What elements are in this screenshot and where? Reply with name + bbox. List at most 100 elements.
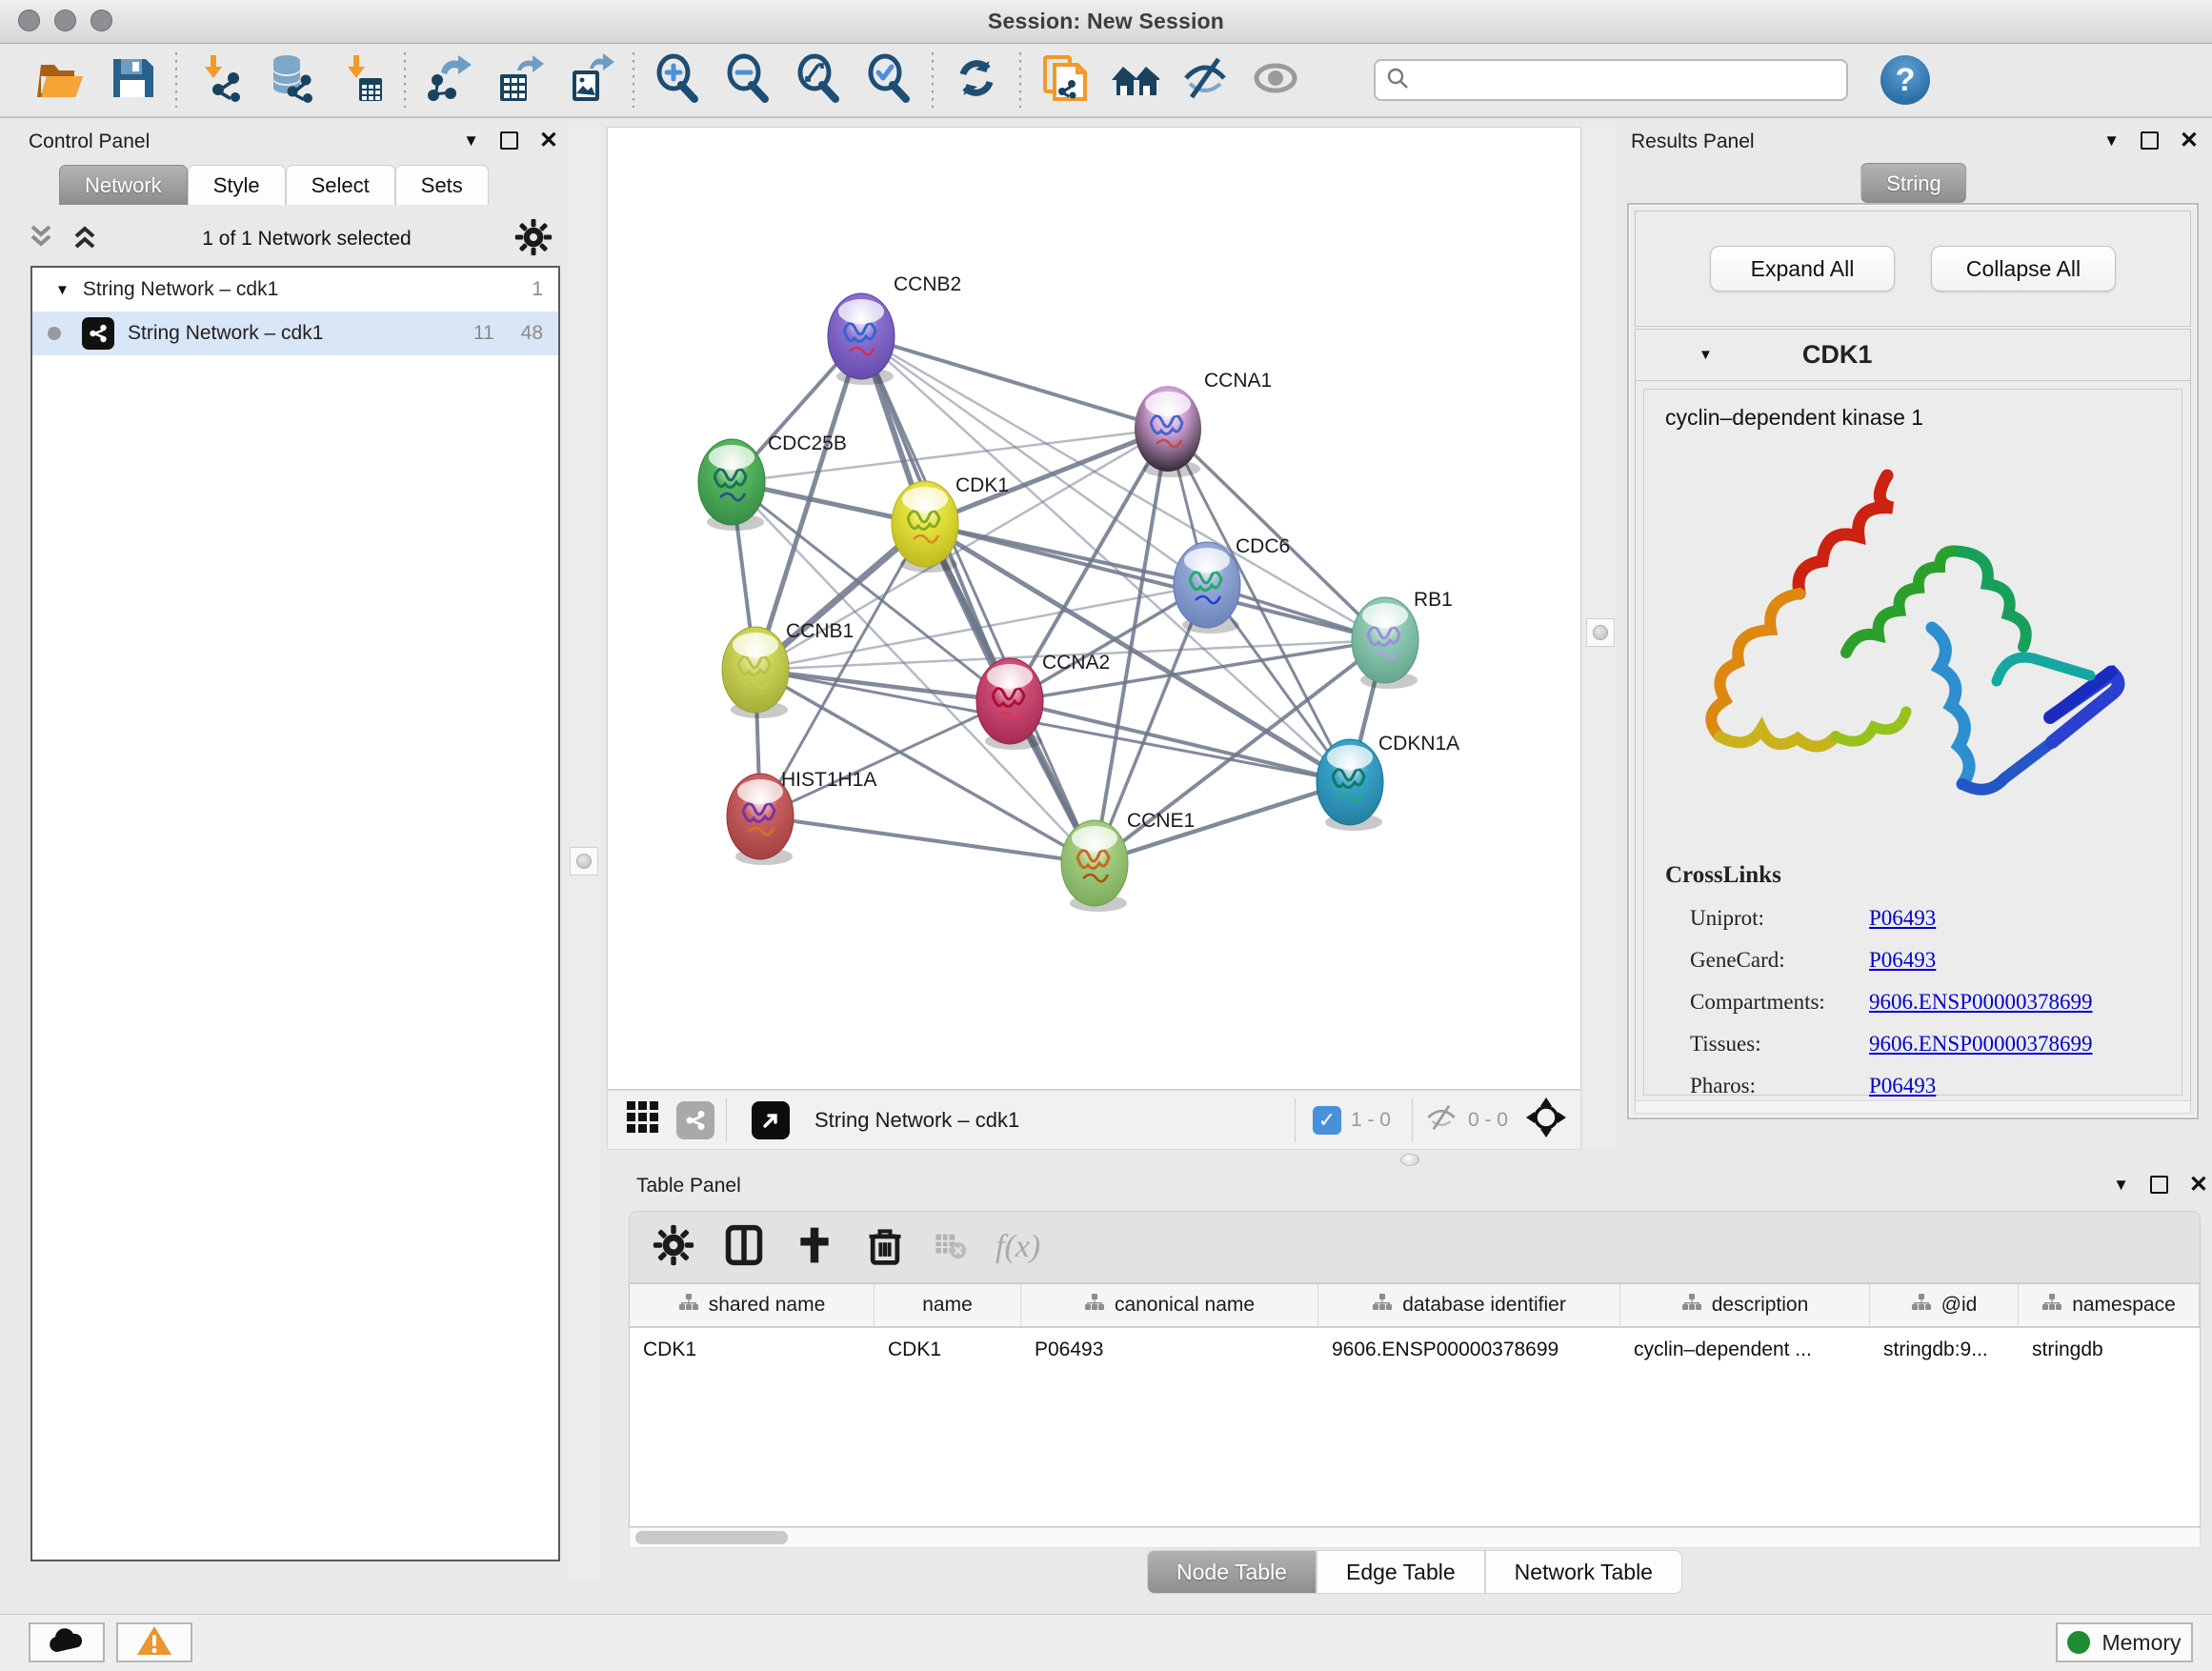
node-table[interactable]: shared namenamecanonical namedatabase id… [629,1283,2201,1527]
node-CDKN1A[interactable]: CDKN1A [1317,733,1459,831]
edge-CDK1-RB1[interactable] [925,524,1385,640]
crosslink-link[interactable]: 9606.ENSP00000378699 [1869,1032,2093,1057]
network-collection-row[interactable]: ▼ String Network – cdk1 1 [32,268,558,312]
grid-view-icon[interactable] [625,1099,661,1140]
table-cell[interactable]: cyclin–dependent ... [1620,1328,1870,1372]
right-splitter-handle[interactable] [1586,618,1615,647]
export-table-button[interactable] [484,50,554,110]
maximize-panel-icon[interactable] [2141,131,2159,150]
show-all-button[interactable] [1240,50,1311,110]
apply-style-button[interactable] [941,50,1012,110]
float-panel-icon[interactable]: ▼ [2103,131,2120,151]
import-network-file-button[interactable] [185,50,255,110]
node-HIST1H1A[interactable]: HIST1H1A [727,769,876,865]
export-image-button[interactable] [554,50,625,110]
trash-icon[interactable] [864,1224,906,1271]
help-button[interactable]: ? [1880,55,1930,105]
edge-CCNE1-HIST1H1A[interactable] [760,816,1095,863]
save-session-button[interactable] [97,50,168,110]
crosslink-link[interactable]: P06493 [1869,948,1936,973]
column-header-shared-name[interactable]: shared name [630,1284,875,1326]
tab-edge-table[interactable]: Edge Table [1317,1550,1485,1594]
maximize-panel-icon[interactable] [2150,1176,2168,1194]
tab-string[interactable]: String [1860,163,1966,203]
column-header-database-identifier[interactable]: database identifier [1318,1284,1620,1326]
crosslink-link[interactable]: P06493 [1869,1074,1936,1098]
expand-all-button[interactable]: Expand All [1710,246,1895,292]
gear-icon[interactable] [514,218,553,261]
table-cell[interactable]: CDK1 [630,1328,875,1372]
node-CCNE1[interactable]: CCNE1 [1061,810,1195,912]
tab-sets[interactable]: Sets [395,165,489,205]
expander-triangle-icon[interactable]: ▼ [1699,347,1713,363]
float-panel-icon[interactable]: ▼ [2113,1176,2129,1195]
crosslink-link[interactable]: P06493 [1869,906,1936,931]
expander-triangle-icon[interactable]: ▼ [55,282,70,298]
table-cell[interactable]: stringdb:9... [1870,1328,2019,1372]
import-network-database-button[interactable] [255,50,326,110]
left-splitter-handle[interactable] [570,847,598,876]
close-panel-icon[interactable]: ✕ [2189,1171,2208,1198]
network-canvas[interactable]: CCNB2CCNA1CDC25BCDK1CDC6RB1CCNB1CCNA2CDK… [607,127,1581,1090]
import-table-file-button[interactable] [326,50,396,110]
birds-eye-toggle-icon[interactable] [1525,1097,1567,1143]
scrollbar-thumb[interactable] [635,1531,788,1544]
network-row[interactable]: String Network – cdk1 11 48 [32,312,558,355]
tab-style[interactable]: Style [188,165,286,205]
open-session-button[interactable] [27,50,97,110]
edge-CCNB2-CCNA1[interactable] [861,336,1168,429]
node-CCNB1[interactable]: CCNB1 [722,620,854,718]
network-search-field[interactable] [1374,59,1848,101]
tab-network-table[interactable]: Network Table [1485,1550,1682,1594]
column-header-description[interactable]: description [1620,1284,1870,1326]
zoom-fit-button[interactable] [783,50,854,110]
table-cell[interactable]: CDK1 [875,1328,1021,1372]
expand-all-networks-icon[interactable] [70,221,99,258]
search-input[interactable] [1418,70,1837,91]
selected-checkbox-icon[interactable]: ✓ [1313,1106,1341,1135]
float-panel-icon[interactable]: ▼ [463,131,479,151]
add-column-icon[interactable] [794,1224,835,1271]
table-horizontal-scrollbar[interactable] [629,1527,2201,1548]
first-neighbors-button[interactable] [1099,50,1170,110]
edge-CCNA2-HIST1H1A[interactable] [760,701,1010,816]
table-cell[interactable]: stringdb [2019,1328,2200,1372]
gene-entry-header[interactable]: ▼ CDK1 [1636,330,2190,381]
edge-CCNB2-CCNE1[interactable] [861,336,1095,863]
table-row[interactable]: CDK1CDK1P064939606.ENSP00000378699cyclin… [630,1328,2200,1372]
edge-CCNB1-CCNA2[interactable] [755,670,1010,701]
node-RB1[interactable]: RB1 [1352,589,1453,689]
zoom-selected-button[interactable] [854,50,924,110]
zoom-out-button[interactable] [713,50,783,110]
column-header--id[interactable]: @id [1870,1284,2019,1326]
divider-handle[interactable] [1400,1154,1419,1166]
column-header-namespace[interactable]: namespace [2019,1284,2200,1326]
maximize-panel-icon[interactable] [500,131,518,150]
crosslink-link[interactable]: 9606.ENSP00000378699 [1869,990,2093,1015]
table-cell[interactable]: P06493 [1021,1328,1318,1372]
gear-icon[interactable] [653,1224,694,1271]
warning-status-button[interactable] [116,1622,192,1662]
tab-network[interactable]: Network [59,165,188,205]
export-network-button[interactable] [413,50,484,110]
network-graph[interactable]: CCNB2CCNA1CDC25BCDK1CDC6RB1CCNB1CCNA2CDK… [608,128,1582,1091]
collapse-all-button[interactable]: Collapse All [1931,246,2116,292]
cloud-status-button[interactable] [29,1622,105,1662]
tab-select[interactable]: Select [286,165,395,205]
duplicate-network-button[interactable] [1029,50,1099,110]
right-splitter[interactable] [1584,127,1617,1150]
horizontal-divider[interactable] [607,1150,2212,1171]
collapse-all-networks-icon[interactable] [27,221,55,258]
memory-button[interactable]: Memory [2056,1622,2193,1662]
tab-node-table[interactable]: Node Table [1147,1550,1317,1594]
show-columns-icon[interactable] [723,1224,765,1271]
close-panel-icon[interactable]: ✕ [2180,127,2199,154]
network-view-icon[interactable] [676,1101,714,1139]
zoom-in-button[interactable] [642,50,713,110]
close-panel-icon[interactable]: ✕ [539,127,558,154]
column-header-name[interactable]: name [875,1284,1021,1326]
column-header-canonical-name[interactable]: canonical name [1021,1284,1318,1326]
detach-view-button[interactable] [752,1101,790,1139]
results-scrollbar[interactable] [1635,1100,2191,1114]
node-CCNA2[interactable]: CCNA2 [976,652,1110,750]
